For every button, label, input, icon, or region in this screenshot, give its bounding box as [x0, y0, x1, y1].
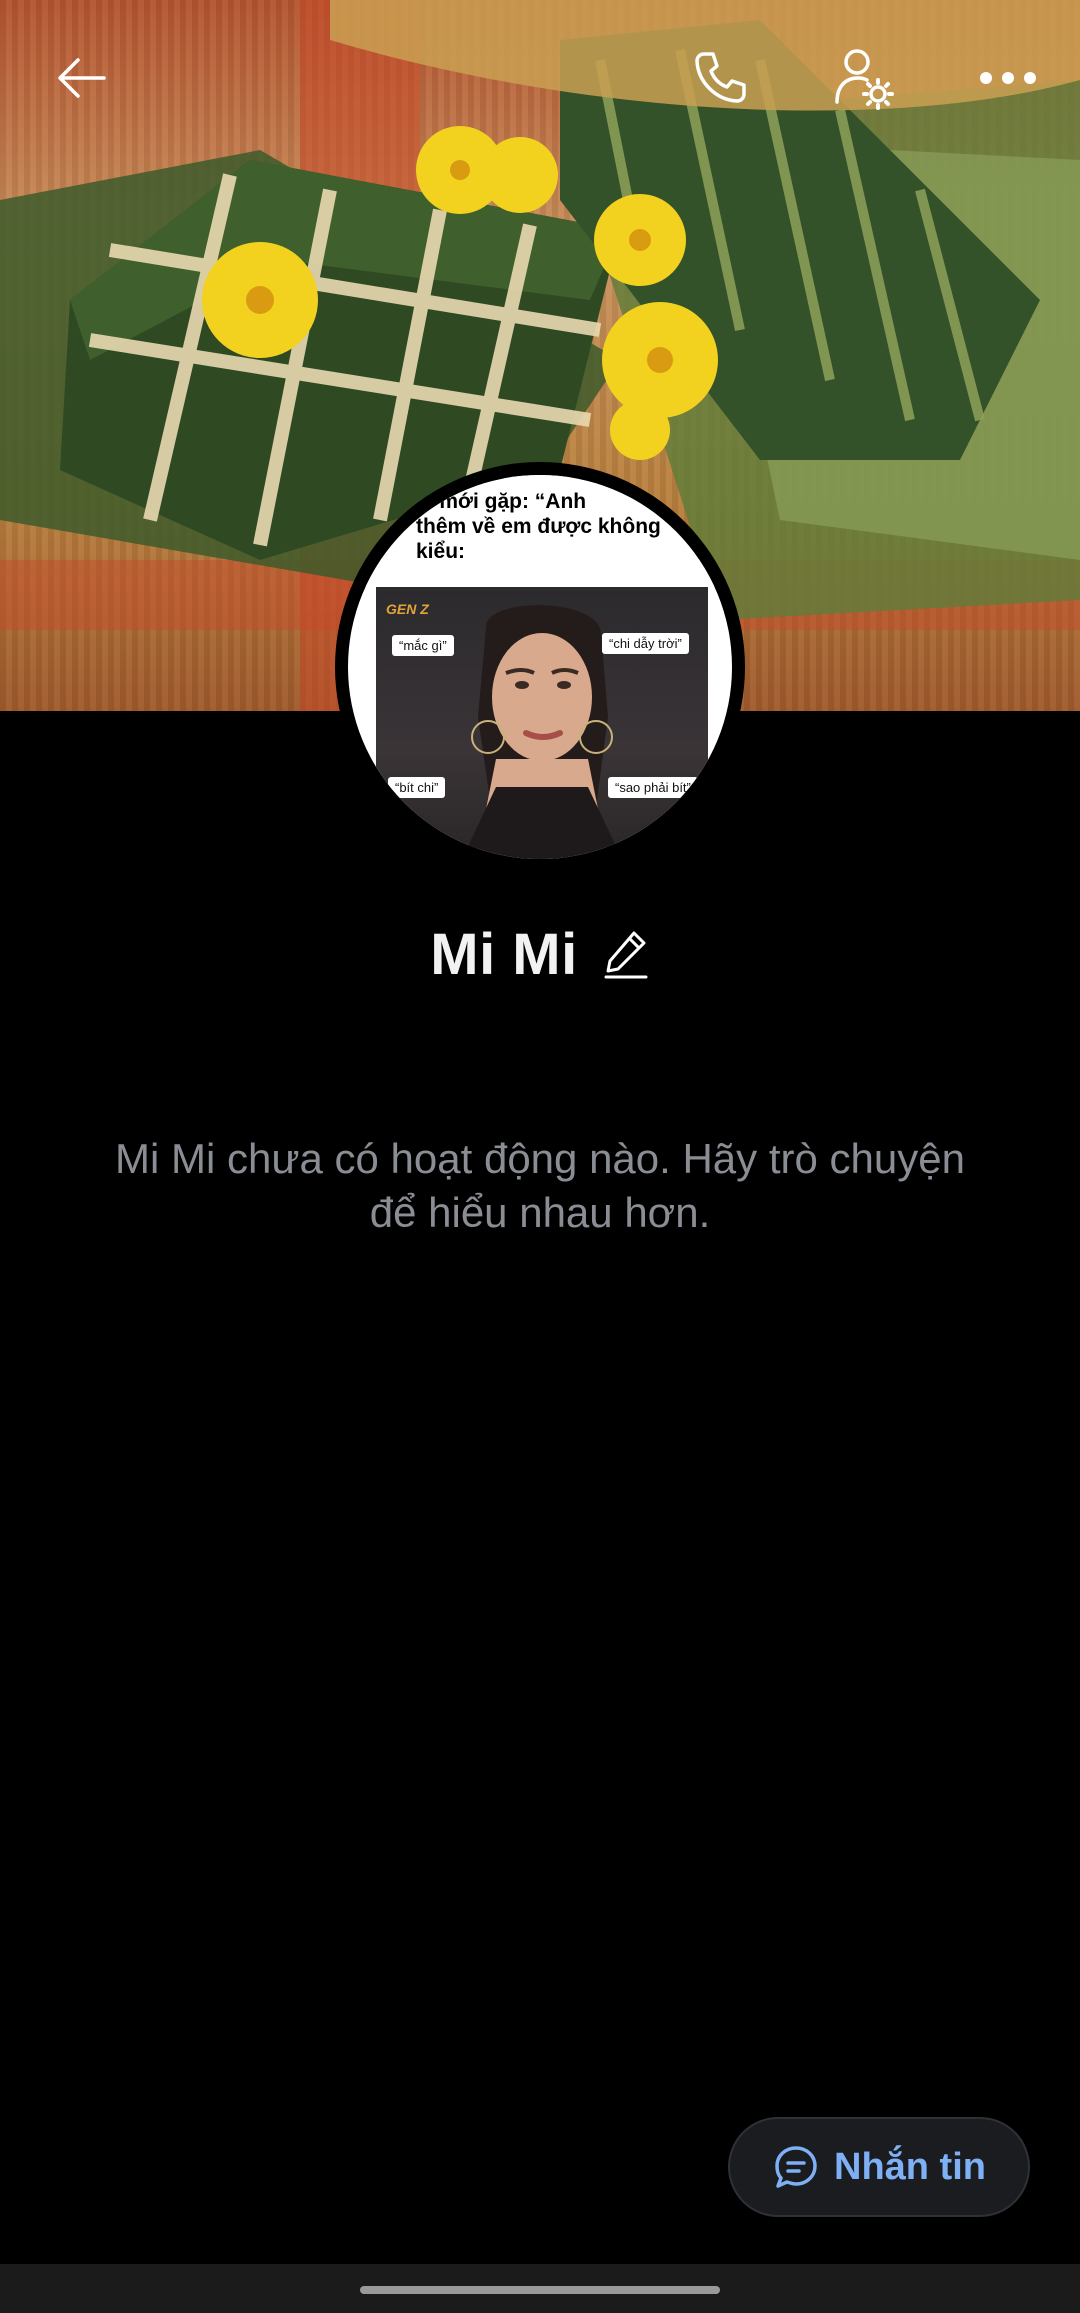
send-message-label: Nhắn tin: [834, 2145, 986, 2188]
back-button[interactable]: [34, 30, 130, 126]
avatar[interactable]: ai mới gặp: “Anh thêm về em được không k…: [335, 462, 745, 872]
chat-bubble-icon: [775, 2146, 817, 2188]
avatar-meme-caption: ai mới gặp: “Anh thêm về em được không k…: [348, 475, 732, 587]
pencil-icon: [604, 931, 648, 979]
meme-bubble: “bít chi”: [388, 777, 446, 798]
avatar-image: ai mới gặp: “Anh thêm về em được không k…: [348, 475, 732, 859]
top-bar: [0, 0, 1080, 160]
call-button[interactable]: [672, 30, 768, 126]
edit-name-button[interactable]: [604, 927, 650, 981]
profile-name: Mi Mi: [430, 921, 578, 987]
more-horizontal-icon: [980, 72, 1036, 84]
home-indicator[interactable]: [360, 2286, 720, 2294]
meme-caption-line-2: thêm về em được không: [416, 515, 661, 538]
more-button[interactable]: [960, 30, 1056, 126]
send-message-button[interactable]: Nhắn tin: [728, 2117, 1030, 2217]
phone-icon: [695, 52, 746, 103]
user-settings-button[interactable]: [816, 30, 912, 126]
meme-caption-line-1: ai mới gặp: “Anh: [416, 490, 587, 513]
meme-caption-line-3: kiểu:: [416, 540, 466, 563]
profile-name-row: Mi Mi: [0, 914, 1080, 994]
system-nav-bar: [0, 2264, 1080, 2313]
user-settings-icon: [835, 49, 894, 110]
back-arrow-icon: [58, 58, 106, 98]
meme-portrait: [462, 605, 622, 859]
meme-bubble: “mắc gì”: [392, 635, 454, 656]
empty-activity-message: Mi Mi chưa có hoạt động nào. Hãy trò chu…: [115, 1135, 965, 1236]
meme-bubble: “chi dẫy trời”: [602, 633, 689, 654]
meme-photo: GEN Z “mắc gì” “chi dẫy trời” “bít chi” …: [376, 587, 708, 859]
meme-bubble: “sao phải bít”: [608, 777, 698, 798]
meme-brand: GEN Z: [386, 601, 429, 617]
